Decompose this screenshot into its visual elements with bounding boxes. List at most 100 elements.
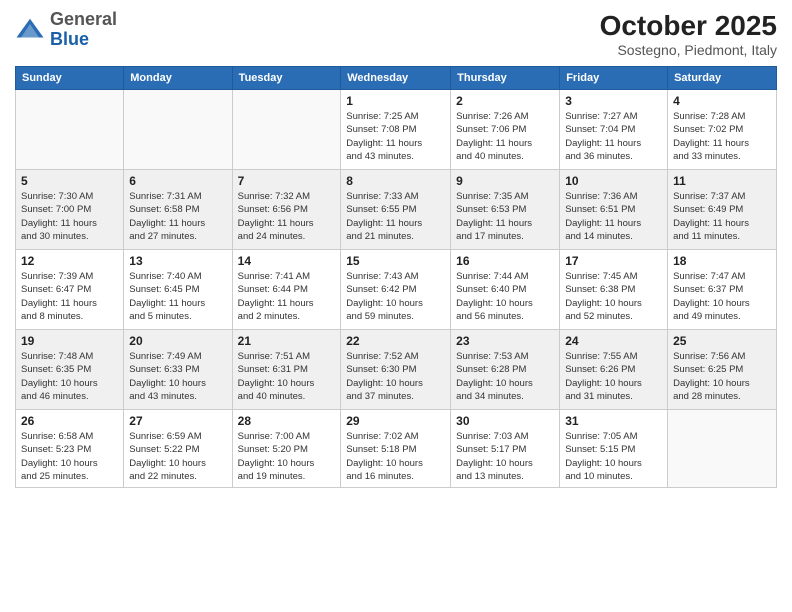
table-row: 2 Sunrise: 7:26 AMSunset: 7:06 PMDaylight… [451, 90, 560, 170]
day-info: Sunrise: 7:32 AMSunset: 6:56 PMDaylight:… [238, 190, 336, 243]
table-row: 22Sunrise: 7:52 AMSunset: 6:30 PMDayligh… [341, 330, 451, 410]
day-number: 12 [21, 254, 118, 268]
day-number: 18 [673, 254, 771, 268]
table-row [668, 410, 777, 488]
day-number: 1 [346, 94, 445, 108]
table-row: 16 Sunrise: 7:44 AMSunset: 6:40 PMDayligh… [451, 250, 560, 330]
logo-general: General [50, 9, 117, 29]
table-row: 24 Sunrise: 7:55 AMSunset: 6:26 PMDayligh… [560, 330, 668, 410]
day-number: 9 [456, 174, 554, 188]
day-info: Sunrise: 7:25 AMSunset: 7:08 PMDaylight:… [346, 110, 445, 163]
calendar-week-row: 19Sunrise: 7:48 AMSunset: 6:35 PMDayligh… [16, 330, 777, 410]
table-row: 18 Sunrise: 7:47 AMSunset: 6:37 PMDayligh… [668, 250, 777, 330]
day-info: Sunrise: 7:37 AMSunset: 6:49 PMDaylight:… [673, 190, 771, 243]
day-info: Sunrise: 6:58 AMSunset: 5:23 PMDaylight:… [21, 430, 118, 483]
table-row: 4 Sunrise: 7:28 AMSunset: 7:02 PMDaylight… [668, 90, 777, 170]
day-number: 14 [238, 254, 336, 268]
day-info: Sunrise: 7:31 AMSunset: 6:58 PMDaylight:… [129, 190, 226, 243]
day-info: Sunrise: 7:53 AMSunset: 6:28 PMDaylight:… [456, 350, 554, 403]
day-info: Sunrise: 7:51 AMSunset: 6:31 PMDaylight:… [238, 350, 336, 403]
day-info: Sunrise: 7:49 AMSunset: 6:33 PMDaylight:… [129, 350, 226, 403]
day-number: 20 [129, 334, 226, 348]
table-row: 3 Sunrise: 7:27 AMSunset: 7:04 PMDaylight… [560, 90, 668, 170]
table-row: 11 Sunrise: 7:37 AMSunset: 6:49 PMDayligh… [668, 170, 777, 250]
day-number: 3 [565, 94, 662, 108]
table-row: 6 Sunrise: 7:31 AMSunset: 6:58 PMDaylight… [124, 170, 232, 250]
title-area: October 2025 Sostegno, Piedmont, Italy [600, 10, 777, 58]
day-info: Sunrise: 7:26 AMSunset: 7:06 PMDaylight:… [456, 110, 554, 163]
day-number: 6 [129, 174, 226, 188]
day-number: 28 [238, 414, 336, 428]
table-row: 5Sunrise: 7:30 AMSunset: 7:00 PMDaylight… [16, 170, 124, 250]
day-number: 15 [346, 254, 445, 268]
day-info: Sunrise: 7:55 AMSunset: 6:26 PMDaylight:… [565, 350, 662, 403]
table-row [232, 90, 341, 170]
day-info: Sunrise: 7:28 AMSunset: 7:02 PMDaylight:… [673, 110, 771, 163]
day-number: 17 [565, 254, 662, 268]
calendar-week-row: 26 Sunrise: 6:58 AMSunset: 5:23 PMDayligh… [16, 410, 777, 488]
table-row: 21 Sunrise: 7:51 AMSunset: 6:31 PMDayligh… [232, 330, 341, 410]
table-row: 8 Sunrise: 7:33 AMSunset: 6:55 PMDaylight… [341, 170, 451, 250]
day-number: 23 [456, 334, 554, 348]
header: General Blue October 2025 Sostegno, Pied… [15, 10, 777, 58]
day-info: Sunrise: 7:44 AMSunset: 6:40 PMDaylight:… [456, 270, 554, 323]
day-number: 24 [565, 334, 662, 348]
day-number: 16 [456, 254, 554, 268]
day-number: 5 [21, 174, 118, 188]
calendar-table: Sunday Monday Tuesday Wednesday Thursday… [15, 66, 777, 488]
table-row: 15Sunrise: 7:43 AMSunset: 6:42 PMDayligh… [341, 250, 451, 330]
day-number: 8 [346, 174, 445, 188]
day-number: 4 [673, 94, 771, 108]
table-row: 27 Sunrise: 6:59 AMSunset: 5:22 PMDayligh… [124, 410, 232, 488]
table-row: 13Sunrise: 7:40 AMSunset: 6:45 PMDayligh… [124, 250, 232, 330]
day-number: 25 [673, 334, 771, 348]
day-number: 31 [565, 414, 662, 428]
day-number: 2 [456, 94, 554, 108]
calendar-week-row: 12Sunrise: 7:39 AMSunset: 6:47 PMDayligh… [16, 250, 777, 330]
day-number: 7 [238, 174, 336, 188]
col-sunday: Sunday [16, 67, 124, 90]
day-info: Sunrise: 7:05 AMSunset: 5:15 PMDaylight:… [565, 430, 662, 483]
day-info: Sunrise: 7:00 AMSunset: 5:20 PMDaylight:… [238, 430, 336, 483]
table-row: 9 Sunrise: 7:35 AMSunset: 6:53 PMDaylight… [451, 170, 560, 250]
table-row: 7 Sunrise: 7:32 AMSunset: 6:56 PMDaylight… [232, 170, 341, 250]
table-row: 23 Sunrise: 7:53 AMSunset: 6:28 PMDayligh… [451, 330, 560, 410]
col-tuesday: Tuesday [232, 67, 341, 90]
table-row: 12Sunrise: 7:39 AMSunset: 6:47 PMDayligh… [16, 250, 124, 330]
day-number: 29 [346, 414, 445, 428]
table-row: 20 Sunrise: 7:49 AMSunset: 6:33 PMDayligh… [124, 330, 232, 410]
page-container: General Blue October 2025 Sostegno, Pied… [0, 0, 792, 612]
day-info: Sunrise: 6:59 AMSunset: 5:22 PMDaylight:… [129, 430, 226, 483]
table-row: 28 Sunrise: 7:00 AMSunset: 5:20 PMDayligh… [232, 410, 341, 488]
day-number: 27 [129, 414, 226, 428]
table-row [16, 90, 124, 170]
col-wednesday: Wednesday [341, 67, 451, 90]
table-row: 25 Sunrise: 7:56 AMSunset: 6:25 PMDayligh… [668, 330, 777, 410]
day-info: Sunrise: 7:48 AMSunset: 6:35 PMDaylight:… [21, 350, 118, 403]
day-info: Sunrise: 7:52 AMSunset: 6:30 PMDaylight:… [346, 350, 445, 403]
day-number: 21 [238, 334, 336, 348]
col-saturday: Saturday [668, 67, 777, 90]
day-info: Sunrise: 7:33 AMSunset: 6:55 PMDaylight:… [346, 190, 445, 243]
table-row: 19Sunrise: 7:48 AMSunset: 6:35 PMDayligh… [16, 330, 124, 410]
table-row: 17 Sunrise: 7:45 AMSunset: 6:38 PMDayligh… [560, 250, 668, 330]
day-info: Sunrise: 7:35 AMSunset: 6:53 PMDaylight:… [456, 190, 554, 243]
col-thursday: Thursday [451, 67, 560, 90]
day-info: Sunrise: 7:56 AMSunset: 6:25 PMDaylight:… [673, 350, 771, 403]
day-number: 26 [21, 414, 118, 428]
calendar-week-row: 1 Sunrise: 7:25 AMSunset: 7:08 PMDaylight… [16, 90, 777, 170]
table-row: 1 Sunrise: 7:25 AMSunset: 7:08 PMDaylight… [341, 90, 451, 170]
day-info: Sunrise: 7:45 AMSunset: 6:38 PMDaylight:… [565, 270, 662, 323]
logo-icon [15, 15, 45, 45]
day-number: 11 [673, 174, 771, 188]
day-number: 30 [456, 414, 554, 428]
table-row [124, 90, 232, 170]
day-info: Sunrise: 7:47 AMSunset: 6:37 PMDaylight:… [673, 270, 771, 323]
day-info: Sunrise: 7:41 AMSunset: 6:44 PMDaylight:… [238, 270, 336, 323]
day-info: Sunrise: 7:03 AMSunset: 5:17 PMDaylight:… [456, 430, 554, 483]
location-subtitle: Sostegno, Piedmont, Italy [600, 42, 777, 58]
table-row: 14 Sunrise: 7:41 AMSunset: 6:44 PMDayligh… [232, 250, 341, 330]
day-info: Sunrise: 7:27 AMSunset: 7:04 PMDaylight:… [565, 110, 662, 163]
table-row: 10Sunrise: 7:36 AMSunset: 6:51 PMDayligh… [560, 170, 668, 250]
logo-blue: Blue [50, 29, 89, 49]
